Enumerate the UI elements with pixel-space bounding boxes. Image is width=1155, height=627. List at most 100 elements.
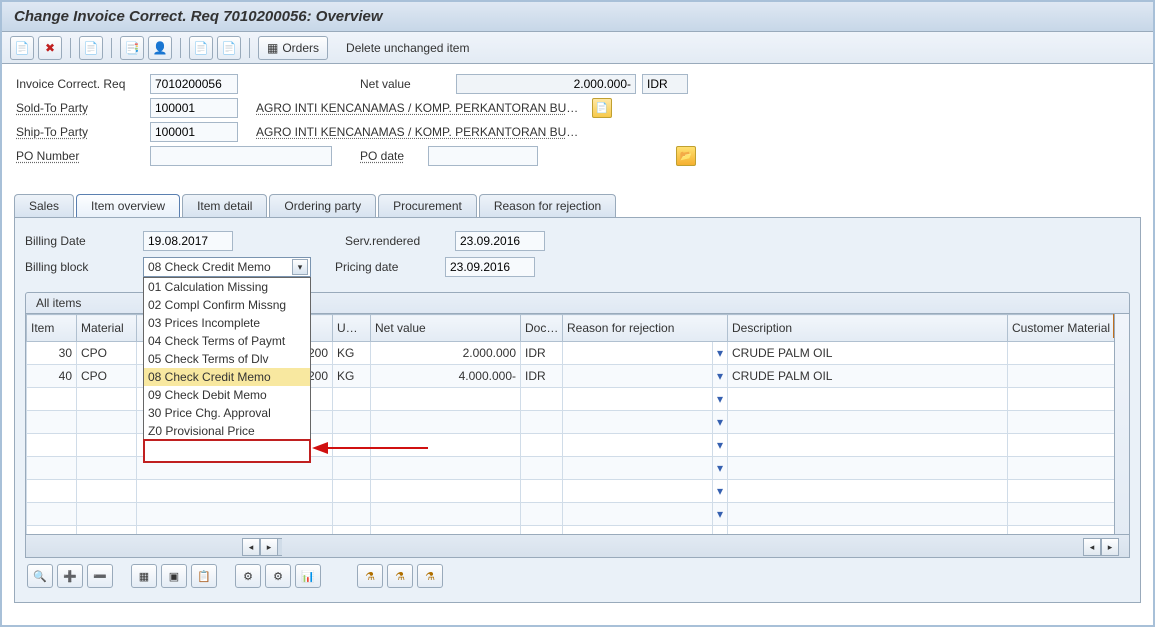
table-cell[interactable] <box>521 388 563 411</box>
folder-icon[interactable]: 📂 <box>676 146 696 166</box>
table-cell[interactable] <box>27 457 77 480</box>
table-cell[interactable] <box>521 411 563 434</box>
table-cell[interactable]: CPO <box>77 365 137 388</box>
col-doc[interactable]: Doc… <box>521 315 563 342</box>
table-cell[interactable] <box>521 480 563 503</box>
table-cell[interactable]: CRUDE PALM OIL <box>728 365 1008 388</box>
reject-button[interactable]: ✖ <box>38 36 62 60</box>
table-cell[interactable] <box>1008 434 1130 457</box>
select-all-button[interactable]: ▦ <box>131 564 157 588</box>
table-cell[interactable]: 4.000.000- <box>371 365 521 388</box>
table-cell[interactable]: 40 <box>27 365 77 388</box>
reason-dropdown-icon[interactable]: ▾ <box>713 434 728 457</box>
chart-button[interactable]: 📊 <box>295 564 321 588</box>
invoice-correct-req-field[interactable] <box>150 74 238 94</box>
table-cell[interactable] <box>521 503 563 526</box>
grid-hscroll-right[interactable]: ◂ ▸ <box>1083 538 1123 554</box>
po-number-field[interactable] <box>150 146 332 166</box>
table-cell[interactable]: KG <box>333 365 371 388</box>
table-cell[interactable] <box>137 503 333 526</box>
table-cell[interactable] <box>371 503 521 526</box>
display-doc-button[interactable]: 📄 <box>10 36 34 60</box>
table-row[interactable]: ▾ <box>27 480 1131 503</box>
table-cell[interactable] <box>27 388 77 411</box>
tab-ordering-party[interactable]: Ordering party <box>269 194 376 217</box>
table-cell[interactable] <box>137 480 333 503</box>
deselect-all-button[interactable]: ▣ <box>161 564 187 588</box>
table-cell[interactable] <box>728 503 1008 526</box>
billing-block-option[interactable]: 04 Check Terms of Paymt <box>144 332 310 350</box>
col-cust[interactable]: Customer Material <box>1008 315 1130 342</box>
table-cell[interactable] <box>371 480 521 503</box>
table-cell[interactable] <box>333 526 371 536</box>
table-cell[interactable] <box>521 434 563 457</box>
reason-dropdown-icon[interactable]: ▾ <box>713 365 728 388</box>
table-cell[interactable] <box>1008 342 1130 365</box>
col-item[interactable]: Item <box>27 315 77 342</box>
col-netvalue[interactable]: Net value <box>371 315 521 342</box>
billing-block-option[interactable]: 30 Price Chg. Approval <box>144 404 310 422</box>
billing-block-option[interactable]: 08 Check Credit Memo <box>144 368 310 386</box>
table-cell[interactable] <box>77 526 137 536</box>
config-button[interactable]: ⚙ <box>235 564 261 588</box>
billing-block-select[interactable]: 08 Check Credit Memo ▾ <box>143 257 311 277</box>
tab-sales[interactable]: Sales <box>14 194 74 217</box>
orders-button[interactable]: ▦ Orders <box>258 36 328 60</box>
scroll-thumb[interactable] <box>278 538 282 556</box>
table-cell[interactable] <box>563 365 713 388</box>
col-material[interactable]: Material <box>77 315 137 342</box>
table-cell[interactable] <box>563 388 713 411</box>
ship-to-field[interactable] <box>150 122 238 142</box>
table-cell[interactable] <box>371 388 521 411</box>
billing-block-option[interactable]: 01 Calculation Missing <box>144 278 310 296</box>
table-cell[interactable] <box>333 434 371 457</box>
tool3-button[interactable]: ⚗ <box>417 564 443 588</box>
scroll-left-icon[interactable]: ◂ <box>1083 538 1101 556</box>
table-cell[interactable] <box>333 480 371 503</box>
table-cell[interactable] <box>371 457 521 480</box>
table-cell[interactable] <box>563 457 713 480</box>
document-icon[interactable]: 📄 <box>592 98 612 118</box>
partner-button[interactable]: 📑 <box>120 36 144 60</box>
col-desc[interactable]: Description <box>728 315 1008 342</box>
table-cell[interactable]: CRUDE PALM OIL <box>728 342 1008 365</box>
col-uom[interactable]: U… <box>333 315 371 342</box>
table-cell[interactable] <box>77 480 137 503</box>
billing-block-option[interactable]: 09 Check Debit Memo <box>144 386 310 404</box>
billing-block-option[interactable]: 02 Compl Confirm Missng <box>144 296 310 314</box>
new-doc-button[interactable]: 📄 <box>79 36 103 60</box>
billing-block-option[interactable]: Z0 Provisional Price <box>144 422 310 440</box>
table-row[interactable]: ▾ <box>27 503 1131 526</box>
table-cell[interactable] <box>728 457 1008 480</box>
table-cell[interactable] <box>333 411 371 434</box>
config2-button[interactable]: ⚙ <box>265 564 291 588</box>
table-cell[interactable] <box>521 526 563 536</box>
table-cell[interactable] <box>728 526 1008 536</box>
billing-block-dropdown[interactable]: 01 Calculation Missing 02 Compl Confirm … <box>143 277 311 463</box>
table-cell[interactable] <box>1008 365 1130 388</box>
billing-block-option[interactable]: 03 Prices Incomplete <box>144 314 310 332</box>
table-cell[interactable] <box>77 411 137 434</box>
table-cell[interactable] <box>77 503 137 526</box>
table-cell[interactable] <box>333 457 371 480</box>
table-cell[interactable]: KG <box>333 342 371 365</box>
tool2-button[interactable]: ⚗ <box>387 564 413 588</box>
vertical-scrollbar[interactable] <box>1114 314 1129 534</box>
table-cell[interactable]: 30 <box>27 342 77 365</box>
table-cell[interactable] <box>77 434 137 457</box>
table-cell[interactable] <box>1008 411 1130 434</box>
table-cell[interactable] <box>137 526 333 536</box>
copy-button[interactable]: 📋 <box>191 564 217 588</box>
sold-to-desc[interactable]: AGRO INTI KENCANAMAS / KOMP. PERKANTORAN… <box>256 101 586 115</box>
table-cell[interactable] <box>77 457 137 480</box>
table-cell[interactable] <box>1008 388 1130 411</box>
sold-to-field[interactable] <box>150 98 238 118</box>
table-cell[interactable] <box>728 480 1008 503</box>
tab-item-detail[interactable]: Item detail <box>182 194 267 217</box>
scroll-right-icon[interactable]: ▸ <box>1101 538 1119 556</box>
delete-unchanged-button[interactable]: Delete unchanged item <box>340 41 475 55</box>
scroll-left-icon[interactable]: ◂ <box>242 538 260 556</box>
tab-reason-for-rejection[interactable]: Reason for rejection <box>479 194 616 217</box>
grid-hscroll-left[interactable]: ◂ ▸ <box>242 538 282 554</box>
table-row[interactable]: ▾ <box>27 526 1131 536</box>
